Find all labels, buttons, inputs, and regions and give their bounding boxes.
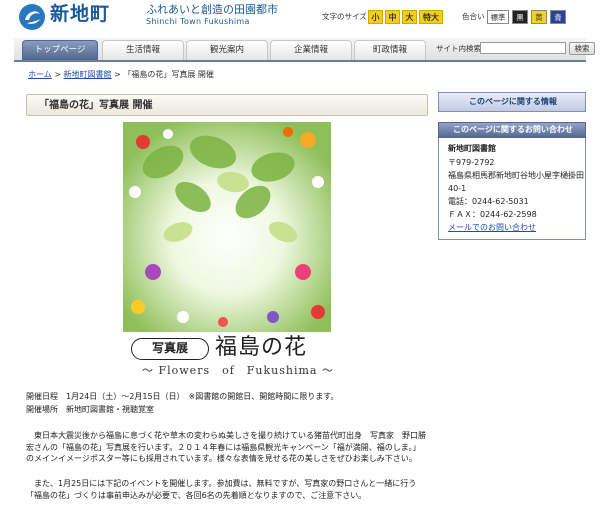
event-venue: 開催場所 新地町図書館・視聴覚室 <box>26 405 154 414</box>
breadcrumb-separator: > <box>114 70 121 79</box>
font-size-xlarge-button[interactable]: 特大 <box>419 10 443 24</box>
color-yellow-button[interactable]: 黄 <box>531 10 547 24</box>
font-size-label: 文字のサイズ <box>322 12 367 21</box>
site-search-input[interactable] <box>480 42 566 54</box>
breadcrumb-separator: > <box>54 70 62 79</box>
tab-business-info[interactable]: 企業情報 <box>270 40 352 60</box>
site-name[interactable]: 新地町 <box>50 3 110 25</box>
page-title: 「福島の花」写真展 開催 <box>39 100 153 111</box>
breadcrumb-home-link[interactable]: ホーム <box>28 70 52 79</box>
contact-address-1: 福島県相馬郡新地町谷地小屋字樋掛田 <box>448 171 584 180</box>
tab-town-admin[interactable]: 町政情報 <box>354 40 426 60</box>
breadcrumb: ホーム > 新地町図書館 > 「福島の花」写真展 開催 <box>28 70 214 80</box>
contact-mail-link[interactable]: メールでのお問い合わせ <box>448 223 536 233</box>
body-paragraph-2: また、1月25日には下記のイベントを開催します。参加費は、無料ですが、写真家の野… <box>26 479 417 500</box>
poster-caption: 写真展 福島の花 ～ Flowers of Fukushima ～ <box>123 334 353 382</box>
tab-tourism[interactable]: 観光案内 <box>186 40 268 60</box>
main-navigation: トップページ 生活情報 観光案内 企業情報 町政情報 サイト内検索 検索 <box>14 38 595 62</box>
font-size-large-button[interactable]: 大 <box>402 10 417 24</box>
font-size-medium-button[interactable]: 中 <box>385 10 400 24</box>
contact-heading: このページに関するお問い合わせ <box>438 122 586 138</box>
contact-box: 新地町図書館 〒979-2792 福島県相馬郡新地町谷地小屋字樋掛田 40-1 … <box>438 138 586 240</box>
contact-fax: ＦＡＸ：0244-62-2598 <box>448 210 537 219</box>
breadcrumb-library-link[interactable]: 新地町図書館 <box>64 70 112 79</box>
site-tagline: ふれあいと創造の田園都市 <box>146 3 278 16</box>
body-paragraph-1: 東日本大震災後から福島に息づく花や草木の変わらぬ美しさを撮り続けている猪苗代町出… <box>26 431 426 463</box>
page-info-heading[interactable]: このページに関する情報 <box>438 92 586 112</box>
site-tagline-en: Shinchi Town Fukushima <box>146 17 250 26</box>
search-button[interactable]: 検索 <box>569 42 595 55</box>
tab-top-page[interactable]: トップページ <box>22 40 98 60</box>
contact-title: このページに関するお問い合わせ <box>453 125 573 134</box>
color-scheme-label: 色合い <box>462 12 485 21</box>
exhibition-subtitle: ～ Flowers of Fukushima ～ <box>142 364 334 377</box>
contact-postal: 〒979-2792 <box>448 158 495 167</box>
contact-name: 新地町図書館 <box>448 144 496 153</box>
breadcrumb-current: 「福島の花」写真展 開催 <box>123 70 214 79</box>
color-blue-button[interactable]: 青 <box>550 10 566 24</box>
site-search-label: サイト内検索 <box>436 44 481 53</box>
page-title-box: 「福島の花」写真展 開催 <box>26 94 428 116</box>
event-schedule: 開催日程 1月24日（土）～2月15日（日） ※図書館の開館日、開館時間に限りま… <box>26 392 339 401</box>
page-info-title: このページに関する情報 <box>469 97 557 106</box>
site-header: 新地町 ふれあいと創造の田園都市 Shinchi Town Fukushima … <box>0 0 600 36</box>
font-size-small-button[interactable]: 小 <box>368 10 383 24</box>
exhibition-badge: 写真展 <box>131 338 209 360</box>
exhibition-poster-image <box>123 122 331 332</box>
color-black-button[interactable]: 黒 <box>512 10 528 24</box>
town-logo-icon[interactable] <box>18 3 46 31</box>
tab-living-info[interactable]: 生活情報 <box>102 40 184 60</box>
exhibition-title: 福島の花 <box>215 335 308 360</box>
contact-tel: 電話：0244-62-5031 <box>448 197 529 206</box>
color-standard-button[interactable]: 標準 <box>487 10 509 24</box>
contact-address-2: 40-1 <box>448 184 467 193</box>
